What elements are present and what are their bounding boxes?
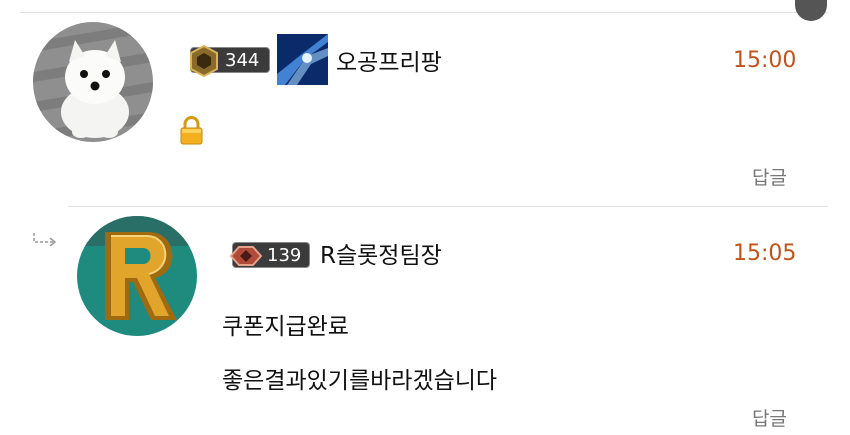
comment-item: 344 오공프리팡 15:00 답글 (0, 13, 850, 206)
avatar-image (77, 216, 197, 336)
level-emblem-icon (229, 246, 263, 266)
reply-button[interactable]: 답글 (752, 163, 787, 190)
reply-button[interactable]: 답글 (752, 404, 787, 431)
reply-timestamp: 15:05 (733, 241, 797, 266)
comment-author-nickname[interactable]: 오공프리팡 (336, 43, 442, 77)
reply-text-line: 좋은결과있기를바라겠습니다 (222, 368, 498, 394)
level-badge: 344 (190, 44, 270, 78)
level-badge: 139 (229, 242, 310, 268)
reply-author-nickname[interactable]: R슬롯정팀장 (320, 236, 442, 270)
level-number: 344 (225, 50, 260, 71)
lock-icon (179, 116, 204, 145)
avatar[interactable] (33, 22, 153, 142)
avatar-image (33, 22, 153, 142)
comment-timestamp: 15:00 (733, 48, 797, 73)
reply-text-line: 쿠폰지급완료 (222, 314, 349, 340)
reply-item: 139 R슬롯정팀장 15:05 쿠폰지급완료 좋은결과있기를바라겠습니다 답글 (0, 206, 850, 435)
level-number: 139 (267, 245, 302, 266)
rank-image (277, 34, 328, 85)
avatar[interactable] (77, 216, 197, 336)
level-emblem-icon (190, 44, 218, 78)
